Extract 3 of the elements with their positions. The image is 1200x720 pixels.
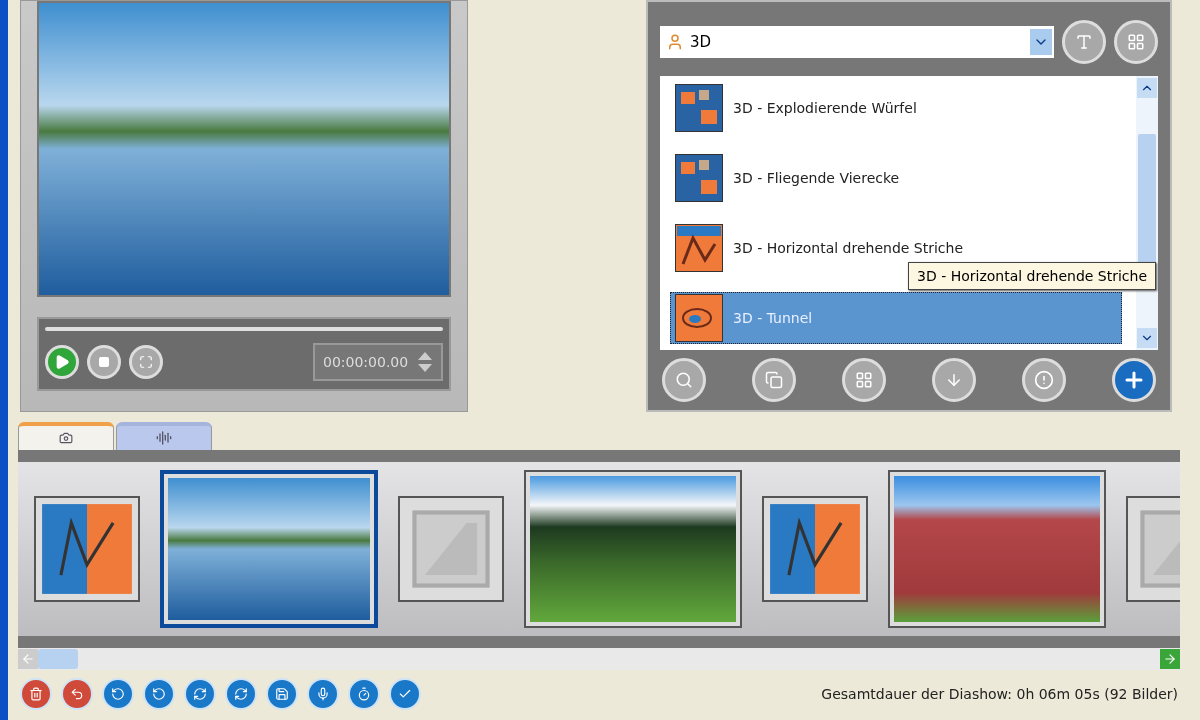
tooltip: 3D - Horizontal drehende Striche [908,262,1157,290]
time-value: 00:00:00.00 [323,354,409,370]
status-text: Gesamtdauer der Diashow: 0h 06m 05s (92 Bilder) [821,686,1178,702]
